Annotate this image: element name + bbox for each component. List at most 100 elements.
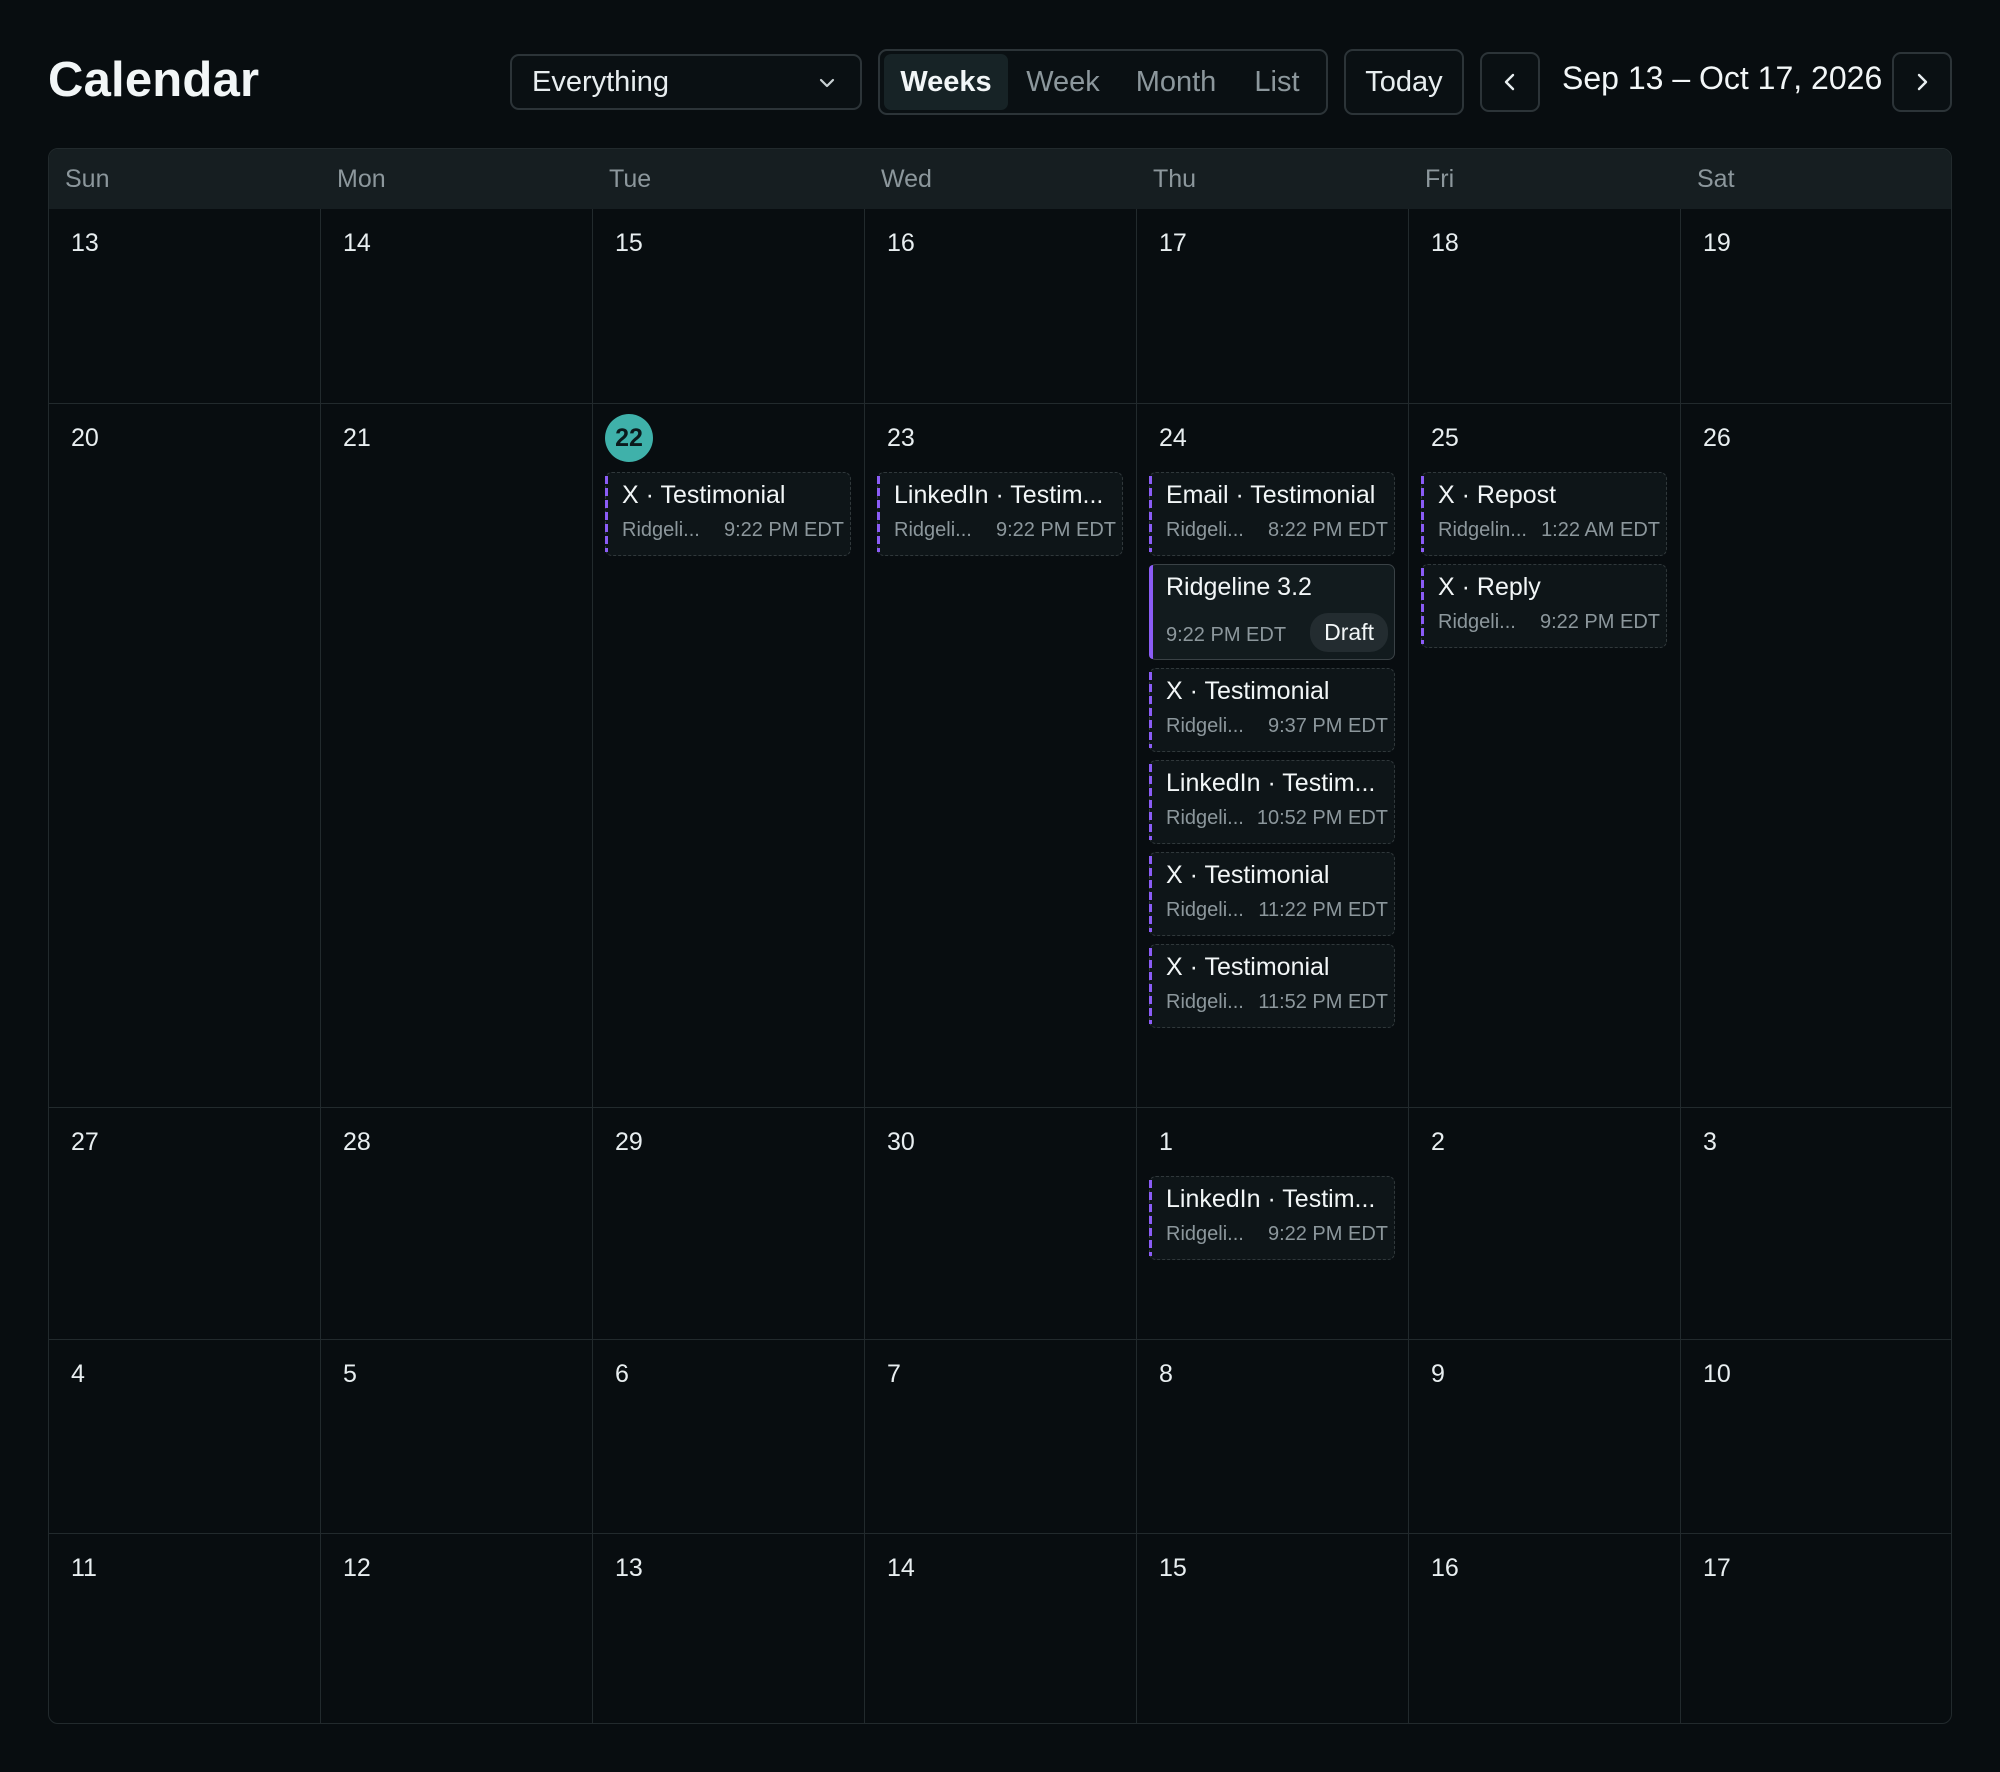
day-cell[interactable]: 10: [1681, 1340, 1951, 1533]
view-tab-weeks[interactable]: Weeks: [884, 54, 1008, 110]
filter-select-value: Everything: [532, 65, 670, 98]
event-meta: Ridgeli... 9:22 PM EDT: [1166, 1223, 1388, 1246]
day-number: 6: [615, 1360, 629, 1388]
event-card[interactable]: X · Testimonial Ridgeli... 9:37 PM EDT: [1149, 668, 1395, 752]
day-number-today: 22: [605, 414, 653, 462]
day-cell[interactable]: 25 X · Repost Ridgelin... 1:22 AM EDT X · Re…: [1409, 404, 1681, 1107]
dow-wed: Wed: [881, 164, 932, 193]
event-meta: Ridgeli... 9:22 PM EDT: [622, 519, 844, 542]
day-number: 23: [887, 424, 915, 452]
event-time: 9:37 PM EDT: [1267, 715, 1388, 737]
day-number: 10: [1703, 1360, 1731, 1388]
day-cell[interactable]: 17: [1681, 1534, 1951, 1723]
chevron-left-icon: [1504, 73, 1515, 91]
event-time: 9:22 PM EDT: [995, 519, 1116, 541]
view-tab-list[interactable]: List: [1234, 54, 1320, 110]
day-cell[interactable]: 20: [49, 404, 321, 1107]
day-cell[interactable]: 3: [1681, 1108, 1951, 1339]
date-range-label: Sep 13 – Oct 17, 2026: [1562, 60, 1883, 96]
day-cell[interactable]: 9: [1409, 1340, 1681, 1533]
day-cell[interactable]: 18: [1409, 209, 1681, 403]
day-cell[interactable]: 12: [321, 1534, 593, 1723]
day-number: 14: [343, 229, 371, 257]
day-cell[interactable]: 2: [1409, 1108, 1681, 1339]
day-cell[interactable]: 11: [49, 1534, 321, 1723]
view-tab-week[interactable]: Week: [1008, 54, 1118, 110]
week-row: 27 28 29 30 1 LinkedIn · Testim... Ridgeli... 9…: [49, 1107, 1951, 1339]
day-cell[interactable]: 28: [321, 1108, 593, 1339]
day-cell[interactable]: 30: [865, 1108, 1137, 1339]
today-button[interactable]: Today: [1344, 49, 1464, 115]
event-source: Ridgeli...: [1166, 991, 1244, 1013]
day-of-week-header: Sun Mon Tue Wed Thu Fri Sat: [49, 149, 1951, 209]
event-source: Ridgeli...: [1166, 519, 1244, 541]
event-meta: Ridgeli... 10:52 PM EDT: [1166, 807, 1388, 830]
day-cell[interactable]: 16: [1409, 1534, 1681, 1723]
event-card[interactable]: LinkedIn · Testim... Ridgeli... 9:22 PM ED…: [877, 472, 1123, 556]
day-cell[interactable]: 24 Email · Testimonial Ridgeli... 8:22 PM E…: [1137, 404, 1409, 1107]
day-cell[interactable]: 27: [49, 1108, 321, 1339]
day-number: 13: [615, 1554, 643, 1582]
day-cell[interactable]: 17: [1137, 209, 1409, 403]
dow-mon: Mon: [337, 164, 386, 193]
event-card-draft[interactable]: Ridgeline 3.2 9:22 PM EDT Draft: [1149, 564, 1395, 660]
event-time: 10:52 PM EDT: [1256, 807, 1388, 829]
view-tab-month[interactable]: Month: [1118, 54, 1234, 110]
filter-select[interactable]: Everything: [510, 54, 862, 110]
day-cell[interactable]: 15: [1137, 1534, 1409, 1723]
event-card[interactable]: X · Testimonial Ridgeli... 9:22 PM EDT: [605, 472, 851, 556]
event-meta: Ridgelin... 1:22 AM EDT: [1438, 519, 1660, 542]
day-cell[interactable]: 15: [593, 209, 865, 403]
event-meta: Ridgeli... 11:52 PM EDT: [1166, 991, 1388, 1014]
day-cell[interactable]: 4: [49, 1340, 321, 1533]
dow-thu: Thu: [1153, 164, 1197, 193]
day-cell[interactable]: 16: [865, 209, 1137, 403]
event-source: Ridgeli...: [622, 519, 700, 541]
day-cell[interactable]: 13: [49, 209, 321, 403]
event-title: X · Reply: [1438, 573, 1541, 601]
event-meta: Ridgeli... 8:22 PM EDT: [1166, 519, 1388, 542]
event-card[interactable]: LinkedIn · Testim... Ridgeli... 9:22 PM ED…: [1149, 1176, 1395, 1260]
next-range-button[interactable]: [1892, 52, 1952, 112]
day-cell[interactable]: 7: [865, 1340, 1137, 1533]
day-number: 19: [1703, 229, 1731, 257]
day-cell[interactable]: 29: [593, 1108, 865, 1339]
event-card[interactable]: X · Testimonial Ridgeli... 11:52 PM EDT: [1149, 944, 1395, 1028]
day-cell[interactable]: 26: [1681, 404, 1951, 1107]
page-title: Calendar: [48, 53, 260, 107]
day-number: 28: [343, 1128, 371, 1156]
day-number: 18: [1431, 229, 1459, 257]
day-number: 1: [1159, 1128, 1173, 1156]
day-cell[interactable]: 23 LinkedIn · Testim... Ridgeli... 9:22 PM …: [865, 404, 1137, 1107]
day-cell[interactable]: 13: [593, 1534, 865, 1723]
day-cell[interactable]: 6: [593, 1340, 865, 1533]
event-time: 11:22 PM EDT: [1258, 899, 1388, 921]
day-cell[interactable]: 8: [1137, 1340, 1409, 1533]
event-card[interactable]: X · Reply Ridgeli... 9:22 PM EDT: [1421, 564, 1667, 648]
prev-range-button[interactable]: [1480, 52, 1540, 112]
event-source: Ridgeli...: [1166, 899, 1244, 921]
view-switcher: Weeks Week Month List: [878, 49, 1328, 115]
dow-sun: Sun: [65, 164, 110, 193]
event-card[interactable]: X · Testimonial Ridgeli... 11:22 PM EDT: [1149, 852, 1395, 936]
chevron-right-icon: [1917, 73, 1928, 91]
day-cell[interactable]: 14: [321, 209, 593, 403]
day-cell[interactable]: 22 X · Testimonial Ridgeli... 9:22 PM EDT: [593, 404, 865, 1107]
event-card[interactable]: LinkedIn · Testim... Ridgeli... 10:52 PM E…: [1149, 760, 1395, 844]
event-card[interactable]: X · Repost Ridgelin... 1:22 AM EDT: [1421, 472, 1667, 556]
event-title: LinkedIn · Testim...: [894, 481, 1104, 509]
day-cell[interactable]: 19: [1681, 209, 1951, 403]
day-cell[interactable]: 1 LinkedIn · Testim... Ridgeli... 9:22 PM E…: [1137, 1108, 1409, 1339]
event-card[interactable]: Email · Testimonial Ridgeli... 8:22 PM EDT: [1149, 472, 1395, 556]
event-source: Ridgeli...: [1166, 807, 1244, 829]
event-time: 9:22 PM EDT: [723, 519, 844, 541]
header: Calendar Everything Weeks Week Month Lis…: [0, 0, 2000, 150]
event-title: X · Testimonial: [1166, 677, 1330, 705]
day-cell[interactable]: 14: [865, 1534, 1137, 1723]
day-number: 15: [615, 229, 643, 257]
day-number: 11: [71, 1554, 97, 1582]
day-number: 3: [1703, 1128, 1717, 1156]
dow-tue: Tue: [609, 164, 652, 193]
day-cell[interactable]: 5: [321, 1340, 593, 1533]
day-cell[interactable]: 21: [321, 404, 593, 1107]
